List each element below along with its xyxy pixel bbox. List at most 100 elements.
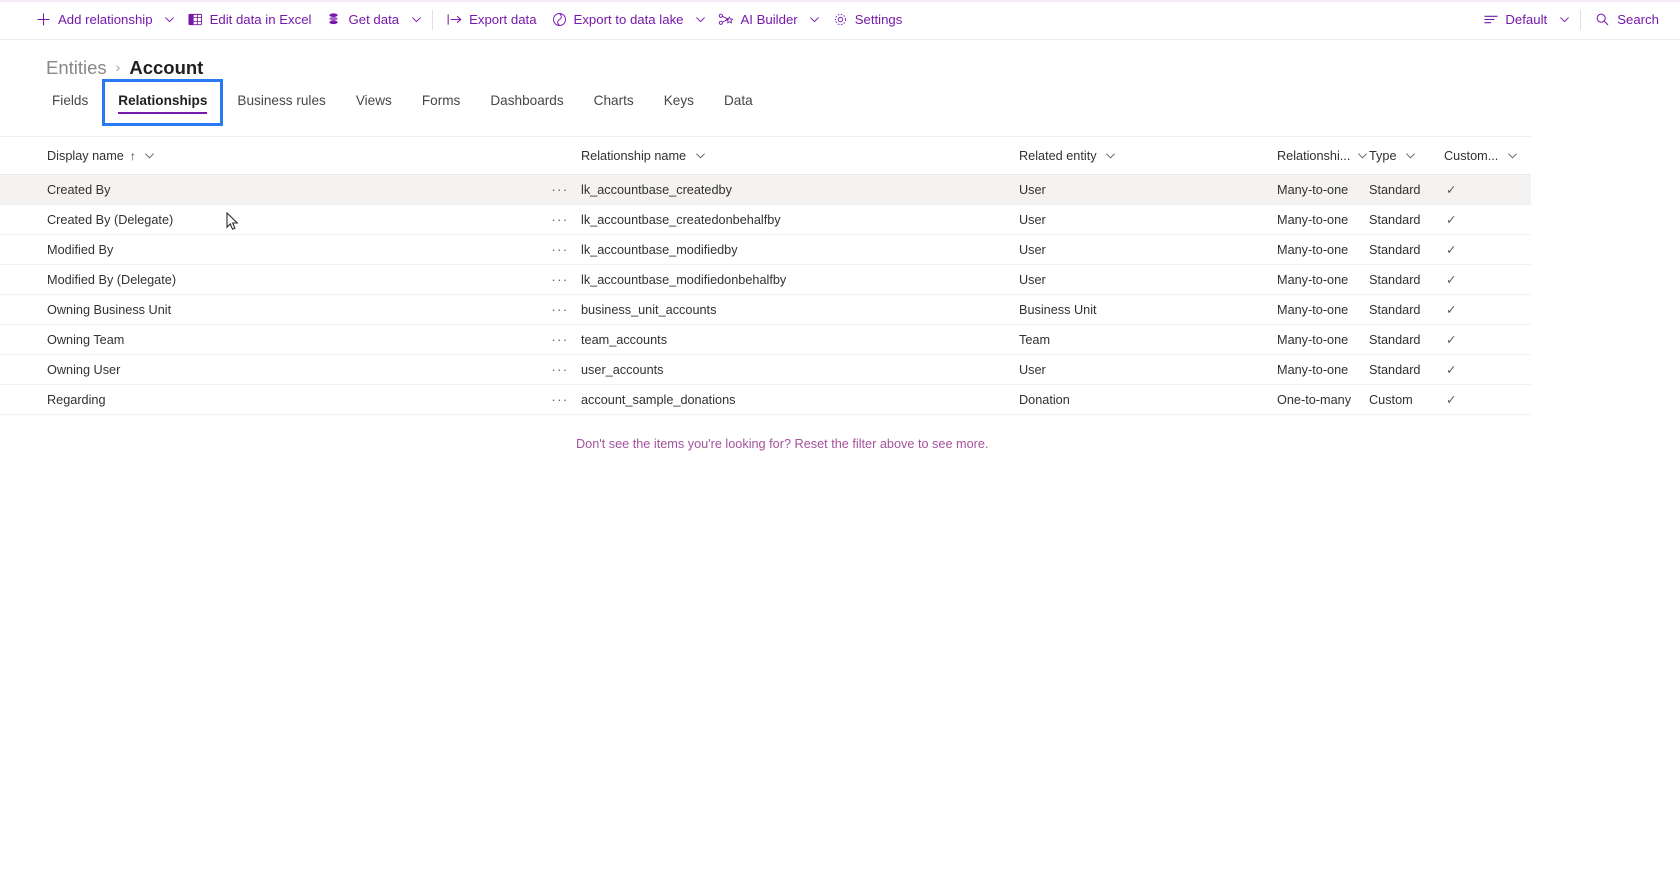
cell-related-entity: Team — [1019, 332, 1051, 347]
cell-related-entity: User — [1019, 242, 1046, 257]
tab-charts[interactable]: Charts — [586, 87, 642, 118]
cell-relationship-name: lk_accountbase_modifiedonbehalfby — [581, 272, 787, 287]
column-header-relationship-name-chevron-down-icon[interactable] — [691, 147, 709, 165]
breadcrumb-separator-icon: › — [115, 59, 121, 75]
tab-fields[interactable]: Fields — [44, 87, 96, 118]
tab-forms[interactable]: Forms — [414, 87, 469, 118]
column-header-custom-chevron-down-icon[interactable] — [1503, 147, 1521, 165]
check-icon: ✓ — [1446, 183, 1457, 197]
data-lake-icon — [551, 11, 568, 28]
view-selector-button[interactable]: Default — [1475, 4, 1554, 36]
column-header-related-entity-label: Related entity — [1019, 148, 1097, 163]
ai-builder-button[interactable]: AI Builder — [711, 4, 805, 36]
column-header-display-name-chevron-down-icon[interactable] — [141, 147, 159, 165]
cell-related-entity: User — [1019, 182, 1046, 197]
column-header-type-chevron-down-icon[interactable] — [1402, 147, 1420, 165]
get-data-label: Get data — [348, 11, 400, 27]
cell-custom: ✓ — [1444, 332, 1524, 347]
row-more-actions-button[interactable]: ··· — [545, 362, 575, 377]
edit-data-in-excel-label: Edit data in Excel — [209, 11, 312, 27]
settings-button[interactable]: Settings — [825, 4, 910, 36]
cell-related-entity: User — [1019, 362, 1046, 377]
cell-related-entity: Donation — [1019, 392, 1070, 407]
cell-custom: ✓ — [1444, 212, 1524, 227]
cell-custom: ✓ — [1444, 242, 1524, 257]
get-data-caret-icon[interactable] — [406, 4, 426, 36]
add-relationship-caret-icon[interactable] — [160, 4, 180, 36]
breadcrumb-entities-link[interactable]: Entities — [46, 57, 107, 79]
cell-display-name: Regarding — [47, 392, 106, 407]
edit-data-in-excel-button[interactable]: Edit data in Excel — [180, 4, 319, 36]
cell-custom: ✓ — [1444, 182, 1524, 197]
row-more-actions-button[interactable]: ··· — [545, 272, 575, 287]
table-row[interactable]: Created By ··· lk_accountbase_createdby Use… — [0, 175, 1531, 205]
column-header-relationship-name[interactable]: Relationship name — [575, 147, 1019, 165]
table-row[interactable]: Created By (Delegate) ··· lk_accountbase_c… — [0, 205, 1531, 235]
cell-relationship-type: Many-to-one — [1277, 302, 1349, 317]
tab-dashboards[interactable]: Dashboards — [482, 87, 571, 118]
view-selector-label: Default — [1505, 11, 1548, 27]
tab-label: Forms — [421, 93, 461, 108]
search-icon — [1594, 11, 1611, 28]
cell-display-name: Modified By — [47, 242, 114, 257]
row-more-actions-button[interactable]: ··· — [545, 332, 575, 347]
export-to-data-lake-label: Export to data lake — [573, 11, 684, 27]
column-header-custom[interactable]: Custom... — [1444, 147, 1524, 165]
export-to-data-lake-caret-icon[interactable] — [691, 4, 711, 36]
table-row[interactable]: Regarding ··· account_sample_donations Dona… — [0, 385, 1531, 415]
cell-relationship-name: lk_accountbase_createdby — [581, 182, 732, 197]
table-row[interactable]: Owning User ··· user_accounts User Many-to-o… — [0, 355, 1531, 385]
column-header-related-entity-chevron-down-icon[interactable] — [1102, 147, 1120, 165]
ai-builder-label: AI Builder — [740, 11, 798, 27]
check-icon: ✓ — [1446, 273, 1457, 287]
toolbar-divider — [432, 9, 434, 30]
export-to-data-lake-button[interactable]: Export to data lake — [544, 4, 691, 36]
tab-keys[interactable]: Keys — [656, 87, 702, 118]
cell-relationship-name: team_accounts — [581, 332, 668, 347]
tab-relationships[interactable]: Relationships — [102, 79, 224, 126]
sort-ascending-icon: ↑ — [129, 148, 136, 163]
tab-data[interactable]: Data — [716, 87, 761, 118]
plus-icon — [35, 11, 52, 28]
tab-views[interactable]: Views — [348, 87, 400, 118]
row-more-actions-button[interactable]: ··· — [545, 212, 575, 227]
add-relationship-button[interactable]: Add relationship — [28, 4, 160, 36]
grid-body: Created By ··· lk_accountbase_createdby Use… — [0, 175, 1531, 415]
table-row[interactable]: Modified By (Delegate) ··· lk_accountbase_… — [0, 265, 1531, 295]
cell-relationship-type: Many-to-one — [1277, 212, 1349, 227]
row-more-actions-button[interactable]: ··· — [545, 242, 575, 257]
row-more-actions-button[interactable]: ··· — [545, 302, 575, 317]
reset-filter-note[interactable]: Don't see the items you're looking for? … — [0, 437, 1680, 451]
check-icon: ✓ — [1446, 213, 1457, 227]
column-header-display-name[interactable]: Display name ↑ — [0, 147, 545, 165]
tab-business-rules[interactable]: Business rules — [229, 87, 333, 118]
table-row[interactable]: Modified By ··· lk_accountbase_modifiedby U… — [0, 235, 1531, 265]
table-row[interactable]: Owning Business Unit ··· business_unit_acc… — [0, 295, 1531, 325]
cell-relationship-type: Many-to-one — [1277, 362, 1349, 377]
export-data-button[interactable]: Export data — [439, 4, 543, 36]
tab-label: Relationships — [118, 93, 208, 108]
column-header-related-entity[interactable]: Related entity — [1019, 147, 1277, 165]
column-header-type[interactable]: Type — [1369, 147, 1444, 165]
grid-header-row: Display name ↑ Relationship name Related… — [0, 137, 1531, 175]
entity-tab-list: Fields Relationships Business rules Views Fo… — [0, 78, 1680, 126]
column-header-display-name-label: Display name — [47, 148, 124, 163]
table-row[interactable]: Owning Team ··· team_accounts Team Many-to-o… — [0, 325, 1531, 355]
cell-type: Standard — [1369, 182, 1421, 197]
row-more-actions-button[interactable]: ··· — [545, 182, 575, 197]
view-selector-caret-icon[interactable] — [1554, 4, 1574, 36]
check-icon: ✓ — [1446, 303, 1457, 317]
column-header-relationship-type[interactable]: Relationshi... — [1277, 147, 1369, 165]
cell-display-name: Owning Business Unit — [47, 302, 172, 317]
tab-label: Fields — [52, 93, 89, 108]
cell-relationship-type: Many-to-one — [1277, 332, 1349, 347]
column-header-relationship-type-chevron-down-icon[interactable] — [1355, 147, 1369, 165]
cell-display-name: Modified By (Delegate) — [47, 272, 177, 287]
row-more-actions-button[interactable]: ··· — [545, 392, 575, 407]
filter-lines-icon — [1482, 11, 1499, 28]
ai-builder-caret-icon[interactable] — [805, 4, 825, 36]
get-data-button[interactable]: Get data — [318, 4, 406, 36]
cell-type: Standard — [1369, 302, 1421, 317]
breadcrumb: Entities › Account — [0, 40, 1680, 78]
search-button[interactable]: Search — [1587, 4, 1666, 36]
